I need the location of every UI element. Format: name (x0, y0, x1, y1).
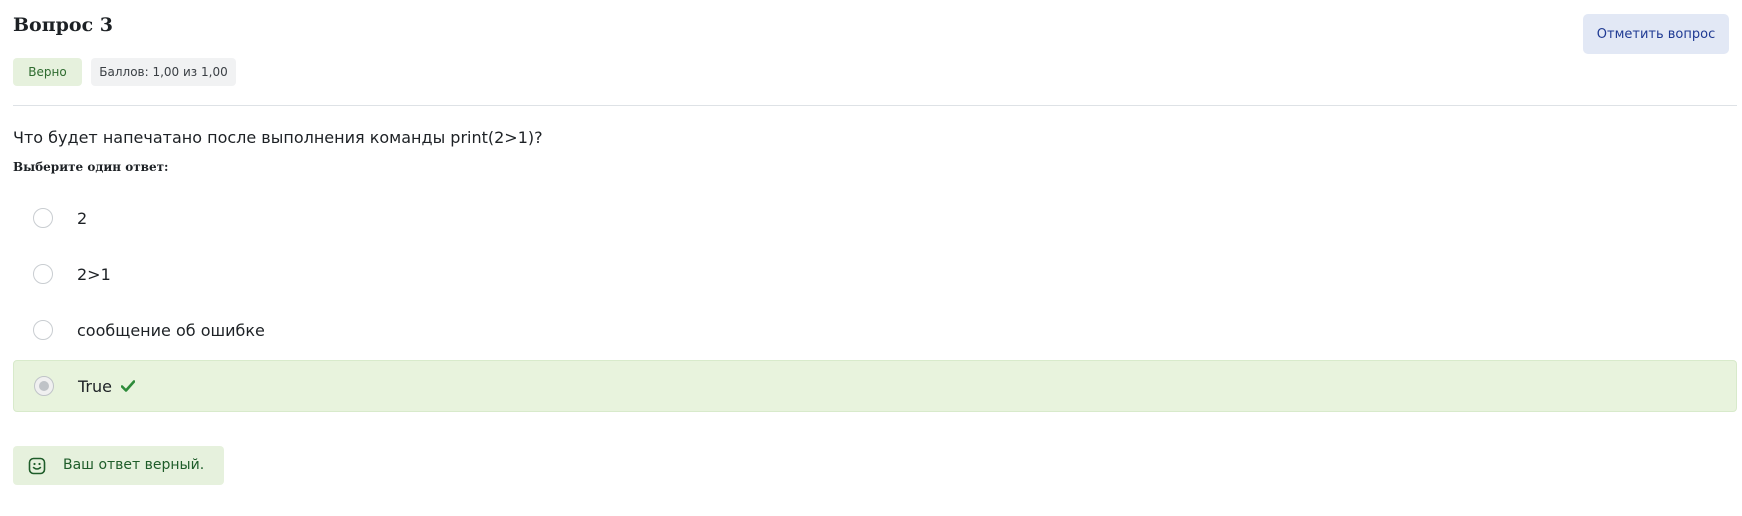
answer-label: 2>1 (77, 264, 111, 284)
flag-question-button[interactable]: Отметить вопрос (1583, 14, 1729, 54)
answer-label-wrap: True (78, 377, 135, 396)
answer-option-2[interactable]: 2>1 (13, 248, 1737, 300)
grade-badge: Баллов: 1,00 из 1,00 (91, 58, 236, 86)
question-page: Вопрос 3 Отметить вопрос Верно Баллов: 1… (0, 0, 1742, 516)
answer-label: True (78, 376, 112, 396)
answer-option-1[interactable]: 2 (13, 192, 1737, 244)
answer-label: сообщение об ошибке (77, 320, 265, 340)
radio-button-selected[interactable] (34, 376, 54, 396)
feedback-text: Ваш ответ верный. (63, 457, 205, 473)
radio-button[interactable] (33, 320, 53, 340)
checkmark-icon (120, 380, 135, 392)
answer-list: 2 2>1 сообщение об ошибке True (13, 192, 1737, 416)
state-badge: Верно (13, 58, 82, 86)
feedback-box: Ваш ответ верный. (13, 446, 224, 485)
answer-label: 2 (77, 208, 88, 228)
radio-button[interactable] (33, 264, 53, 284)
radio-button[interactable] (33, 208, 53, 228)
divider (13, 105, 1737, 106)
answer-prompt: Выберите один ответ: (13, 160, 169, 174)
smile-icon (28, 457, 46, 475)
answer-option-3[interactable]: сообщение об ошибке (13, 304, 1737, 356)
answer-option-4[interactable]: True (13, 360, 1737, 412)
question-text: Что будет напечатано после выполнения ко… (13, 128, 543, 147)
question-title: Вопрос 3 (13, 14, 114, 36)
